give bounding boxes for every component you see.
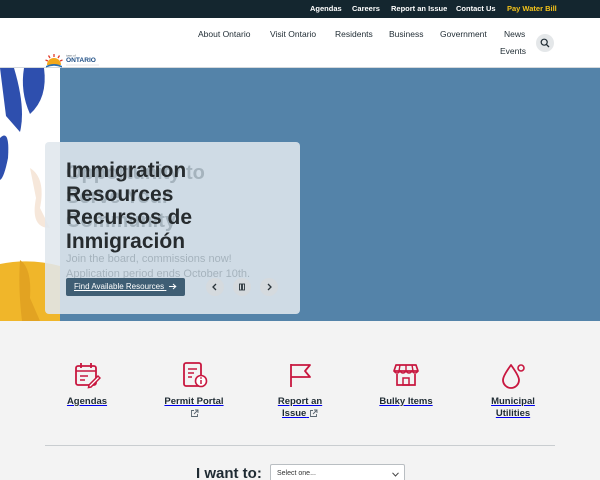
quick-link-label: Permit Portal xyxy=(149,396,239,420)
find-resources-button[interactable]: Find Available Resources xyxy=(66,278,186,296)
chevron-right-icon xyxy=(267,283,272,291)
pause-icon xyxy=(239,283,245,291)
calendar-edit-icon xyxy=(75,363,101,389)
nav-business[interactable]: Business xyxy=(389,29,424,39)
nav-residents[interactable]: Residents xyxy=(335,29,373,39)
hero-card: Opportunity to Serve Your Community Join… xyxy=(45,142,300,314)
chevron-down-icon xyxy=(392,472,399,477)
quick-link-label: Report an Issue xyxy=(277,396,323,419)
water-drop-icon xyxy=(502,364,525,389)
pay-water-bill-link[interactable]: Pay Water Bill xyxy=(507,0,557,18)
chevron-left-icon xyxy=(212,283,217,291)
quick-link-bulky-items[interactable]: Bulky Items xyxy=(361,361,451,408)
hero-carousel: Opportunity to Serve Your Community Join… xyxy=(0,68,600,321)
town-logo[interactable]: town of ONTARIO xyxy=(45,53,101,69)
quick-link-label: Municipal Utilities xyxy=(491,396,535,419)
nav-visit-ontario[interactable]: Visit Ontario xyxy=(270,29,316,39)
utility-bar: Agendas Careers Report an Issue Contact … xyxy=(0,0,600,18)
utility-link-careers[interactable]: Careers xyxy=(352,0,380,18)
i-want-to-select[interactable]: Select one... xyxy=(270,464,405,480)
sunburst-logo-icon xyxy=(45,54,63,68)
quick-link-municipal-utilities[interactable]: Municipal Utilities xyxy=(468,361,558,420)
quick-links-section: Agendas Permit Portal Report an Issue Bu… xyxy=(0,321,600,480)
quick-link-report-issue[interactable]: Report an Issue xyxy=(255,361,345,420)
nav-events[interactable]: Events xyxy=(500,46,526,56)
utility-link-report-issue[interactable]: Report an Issue xyxy=(391,0,447,18)
site-header: town of ONTARIO About Ontario Visit Onta… xyxy=(0,18,600,68)
quick-link-permit-portal[interactable]: Permit Portal xyxy=(149,361,239,420)
document-info-icon xyxy=(183,362,208,388)
flag-icon xyxy=(290,364,311,387)
nav-news[interactable]: News xyxy=(504,29,525,39)
quick-link-label: Bulky Items xyxy=(379,396,433,407)
section-divider xyxy=(45,445,555,446)
quick-link-agendas[interactable]: Agendas xyxy=(42,361,132,408)
utility-link-agendas[interactable]: Agendas xyxy=(310,0,342,18)
quick-link-label: Agendas xyxy=(66,396,108,407)
utility-link-contact-us[interactable]: Contact Us xyxy=(456,0,496,18)
external-link-icon xyxy=(310,409,318,417)
select-value: Select one... xyxy=(277,470,316,477)
external-link-icon xyxy=(190,409,198,417)
nav-government[interactable]: Government xyxy=(440,29,487,39)
i-want-to-label: I want to: xyxy=(196,465,262,480)
store-icon xyxy=(393,364,419,386)
search-button[interactable] xyxy=(536,34,554,52)
carousel-pause-button[interactable] xyxy=(233,278,251,296)
search-icon xyxy=(540,38,550,48)
nav-about-ontario[interactable]: About Ontario xyxy=(198,29,250,39)
carousel-next-button[interactable] xyxy=(260,278,278,296)
logo-text: ONTARIO xyxy=(66,57,96,64)
carousel-prev-button[interactable] xyxy=(206,278,224,296)
cta-label: Find Available Resources xyxy=(74,282,165,291)
arrow-right-icon xyxy=(169,283,177,289)
hero-title: Immigration Resources Recursos de Inmigr… xyxy=(66,159,193,253)
